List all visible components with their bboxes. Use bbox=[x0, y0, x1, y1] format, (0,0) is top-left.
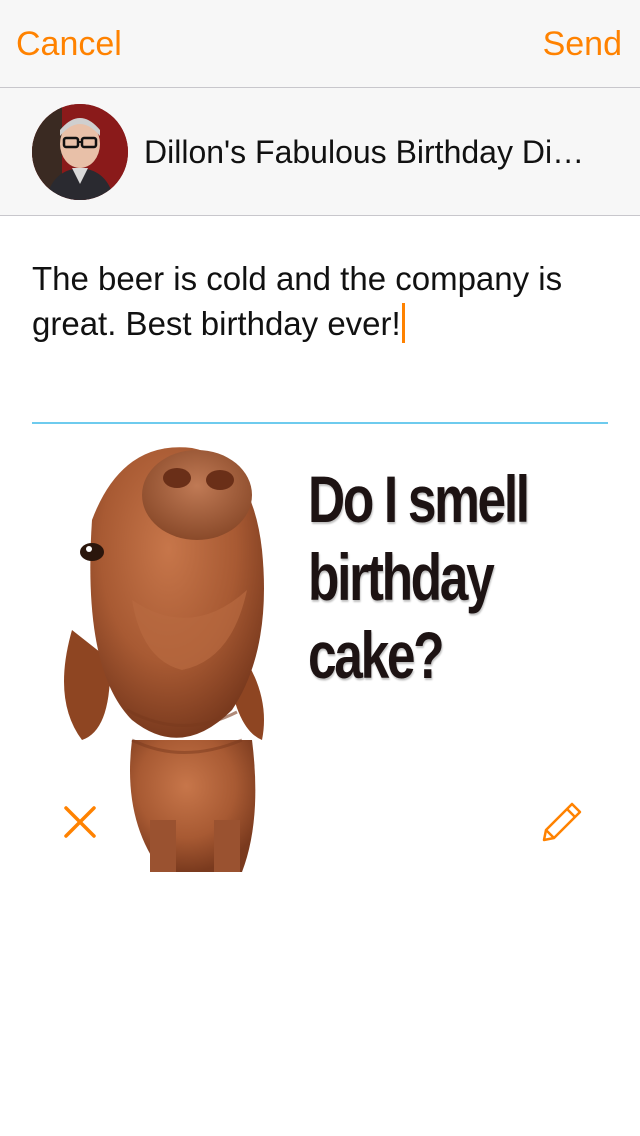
photo-caption-line: cake? bbox=[308, 618, 445, 692]
navigation-bar: Cancel Send bbox=[0, 0, 640, 88]
close-icon bbox=[64, 806, 96, 838]
send-button[interactable]: Send bbox=[543, 22, 622, 66]
avatar bbox=[32, 104, 128, 200]
photo-caption: Do I smell birthday cake? bbox=[308, 460, 530, 694]
pencil-icon bbox=[542, 802, 582, 842]
edit-photo-button[interactable] bbox=[536, 798, 586, 848]
recipient-row[interactable]: Dillon's Fabulous Birthday Di… bbox=[0, 88, 640, 216]
photo-caption-line: birthday bbox=[308, 540, 495, 614]
attached-photo: Do I smell birthday cake? bbox=[32, 440, 608, 872]
message-text-area[interactable]: The beer is cold and the company is grea… bbox=[32, 256, 612, 346]
text-caret bbox=[401, 303, 405, 343]
remove-photo-button[interactable] bbox=[58, 800, 102, 844]
photo-caption-line: Do I smell bbox=[308, 462, 530, 536]
divider bbox=[32, 422, 608, 424]
cancel-button[interactable]: Cancel bbox=[16, 22, 122, 66]
recipient-name: Dillon's Fabulous Birthday Di… bbox=[144, 134, 585, 170]
message-text: The beer is cold and the company is grea… bbox=[32, 260, 563, 342]
